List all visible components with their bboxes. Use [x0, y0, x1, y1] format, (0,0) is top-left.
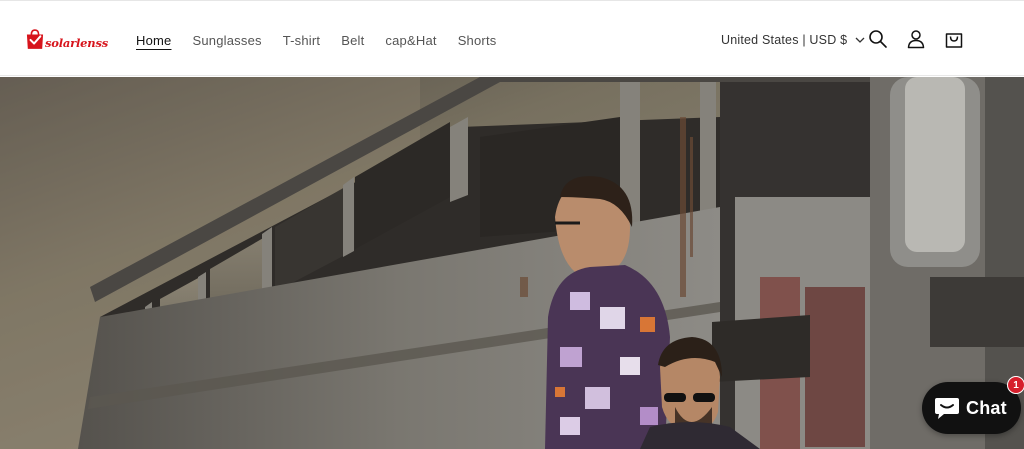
nav-item-shorts[interactable]: Shorts: [458, 33, 497, 48]
nav-item-cap-hat[interactable]: cap&Hat: [385, 33, 436, 48]
chat-label: Chat: [966, 397, 1007, 418]
hero-image: [0, 77, 1024, 449]
chat-bubble-icon: [935, 398, 959, 419]
chat-notification-badge: 1: [1007, 376, 1024, 394]
cart-icon: [945, 33, 963, 48]
localization-label: United States | USD $: [721, 33, 848, 47]
site-header: solarlenss Home Sunglasses T-shirt Belt …: [0, 1, 1024, 76]
brand-logo[interactable]: solarlenss: [26, 25, 108, 53]
nav-item-belt[interactable]: Belt: [341, 33, 364, 48]
chat-button[interactable]: Chat: [922, 382, 1021, 434]
search-icon: [869, 30, 887, 48]
nav-item-home[interactable]: Home: [136, 33, 171, 48]
main-navigation: Home Sunglasses T-shirt Belt cap&Hat Sho…: [136, 29, 517, 51]
chevron-down-icon: [855, 37, 865, 43]
search-button[interactable]: [867, 28, 889, 50]
account-icon: [907, 30, 925, 49]
nav-item-t-shirt[interactable]: T-shirt: [283, 33, 321, 48]
country-currency-selector[interactable]: United States | USD $: [721, 29, 865, 51]
hero-banner[interactable]: [0, 77, 1024, 449]
nav-item-sunglasses[interactable]: Sunglasses: [192, 33, 261, 48]
cart-button[interactable]: [943, 28, 965, 50]
brand-name: solarlenss: [44, 35, 108, 50]
account-button[interactable]: [905, 28, 927, 50]
shopping-bag-logo-icon: [26, 29, 44, 49]
